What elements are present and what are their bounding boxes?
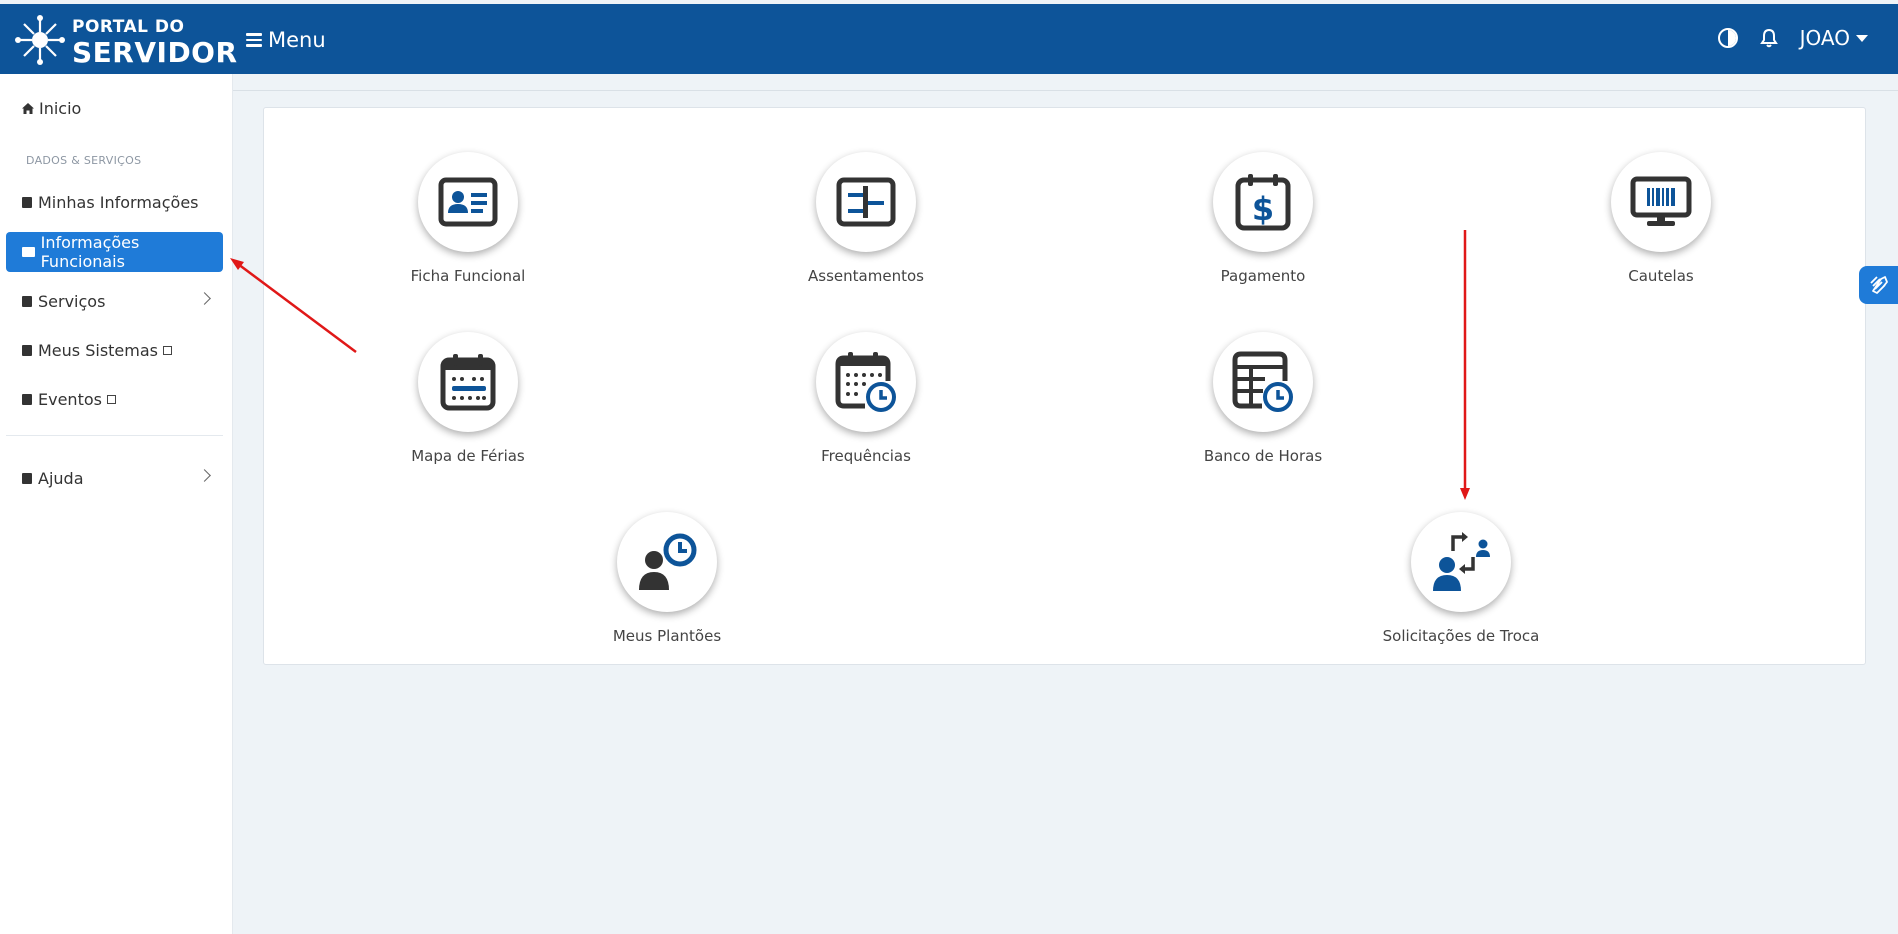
caret-down-icon [1856,34,1868,42]
table-clock-icon [1232,351,1293,412]
portal-logo[interactable]: PORTAL DO SERVIDOR [12,14,237,69]
sidebar: Inicio DADOS & SERVIÇOS Minhas Informaçõ… [0,74,233,934]
home-icon [22,102,34,114]
logo-text-line1: PORTAL DO [72,17,185,37]
tile-pagamento[interactable]: $ Pagamento [1163,152,1363,302]
monitor-barcode-icon [1630,176,1692,226]
sidebar-item-label: Meus Sistemas [38,340,158,360]
sidebar-item-informacoes-funcionais[interactable]: Informações Funcionais [6,232,223,272]
sidebar-item-label: Inicio [39,98,82,118]
id-card-icon [22,247,35,257]
sidebar-item-label: Eventos [38,389,102,409]
breadcrumb-divider [233,90,1898,91]
hamburger-icon [246,33,262,47]
menu-toggle-button[interactable]: Menu [246,28,326,52]
calendar-icon [440,354,496,411]
sidebar-item-ajuda[interactable]: Ajuda [6,458,223,498]
top-navbar: PORTAL DO SERVIDOR Menu JOAO [0,4,1898,74]
sidebar-item-inicio[interactable]: Inicio [6,88,223,128]
sign-language-hands-icon [1869,276,1888,294]
help-icon [22,472,32,484]
contrast-toggle-icon[interactable] [1717,28,1738,48]
user-clock-icon [639,533,697,590]
sidebar-item-meus-sistemas[interactable]: Meus Sistemas [6,330,223,370]
ledger-icon [836,177,896,227]
tile-frequencias[interactable]: Frequências [766,332,966,482]
external-link-icon [106,394,116,404]
sidebar-section-label: DADOS & SERVIÇOS [26,154,142,167]
external-link-icon [163,345,172,355]
chevron-right-icon [198,292,211,305]
sidebar-item-servicos[interactable]: Serviços [6,281,223,321]
tile-label: Pagamento [1220,267,1306,285]
tile-label: Ficha Funcional [410,267,526,285]
user-swap-icon [1433,532,1490,591]
tile-cautelas[interactable]: Cautelas [1561,152,1761,302]
contact-icon [22,196,32,208]
calendar-clock-icon [835,352,896,412]
tile-label: Solicitações de Troca [1382,627,1540,645]
sidebar-divider [6,435,223,436]
tile-label: Cautelas [1628,267,1694,285]
accessibility-widget-button[interactable] [1859,266,1898,304]
logo-emblem-icon [15,15,65,65]
svg-text:$: $ [1252,190,1274,228]
sidebar-item-label: Informações Funcionais [40,233,140,271]
user-name: JOAO [1799,26,1850,50]
tile-meus-plantoes[interactable]: Meus Plantões [567,512,767,662]
tile-assentamentos[interactable]: Assentamentos [766,152,966,302]
tile-ficha-funcional[interactable]: Ficha Funcional [368,152,568,302]
sidebar-item-label: Serviços [38,291,106,311]
sidebar-item-eventos[interactable]: Eventos [6,379,223,419]
tile-label: Meus Plantões [612,627,722,645]
chevron-right-icon [198,469,211,482]
tile-label: Banco de Horas [1203,447,1323,465]
tile-banco-de-horas[interactable]: Banco de Horas [1163,332,1363,482]
user-menu-button[interactable]: JOAO [1800,26,1868,50]
sidebar-item-minhas-informacoes[interactable]: Minhas Informações [6,182,223,222]
sidebar-item-label: Ajuda [38,468,84,488]
sidebar-item-label: Minhas Informações [38,192,199,212]
tile-mapa-de-ferias[interactable]: Mapa de Férias [368,332,568,482]
services-panel: Ficha Funcional Assentamentos $ Pagament… [263,107,1866,665]
calendar-dollar-icon: $ [1235,174,1291,231]
bell-icon[interactable] [1759,28,1778,48]
book-icon [22,393,32,405]
menu-label: Menu [268,28,326,52]
tile-solicitacoes-de-troca[interactable]: Solicitações de Troca [1361,512,1561,662]
id-card-icon [438,177,498,227]
logo-text-line2: SERVIDOR [72,36,238,69]
tile-label: Assentamentos [808,267,924,285]
file-icon [22,295,32,307]
tile-label: Frequências [821,447,911,465]
tile-label: Mapa de Férias [411,447,525,465]
copy-icon [22,344,32,356]
